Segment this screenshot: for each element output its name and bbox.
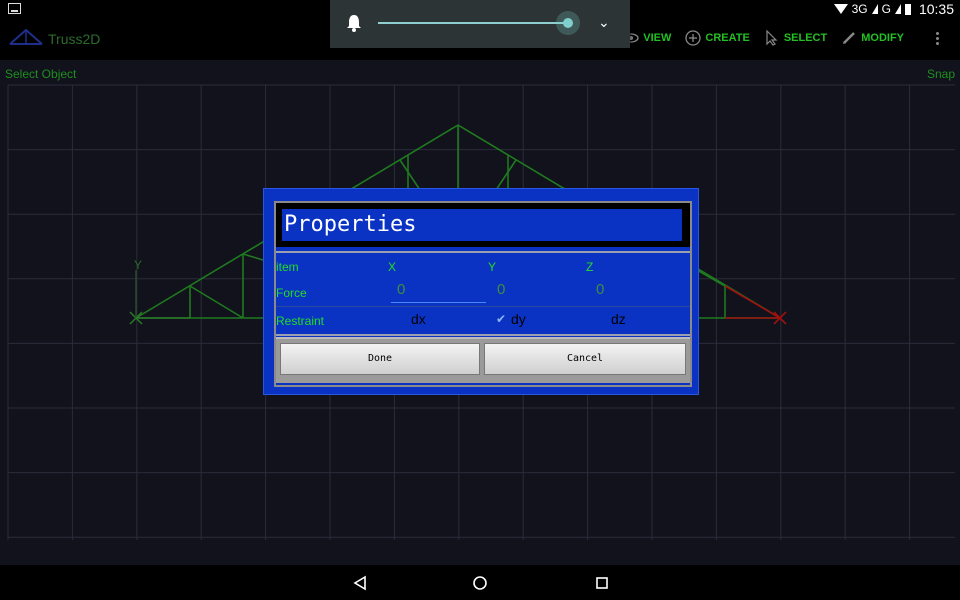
dialog-frame: Properties item X Y Z Force 0 0 0 Restra… (274, 201, 692, 387)
volume-slider-thumb[interactable] (563, 18, 573, 28)
toolbar-menu: VIEW CREATE SELECT MODIFY (623, 30, 904, 46)
navigation-bar (0, 565, 960, 600)
menu-select-label: SELECT (783, 32, 828, 44)
header-item-label: item (276, 260, 299, 274)
divider (276, 334, 690, 336)
menu-view-label: VIEW (643, 32, 672, 44)
app-logo-icon (9, 28, 43, 45)
support-node-right (724, 285, 787, 325)
canvas-status: Select Object (5, 67, 77, 81)
network-label: 3G (851, 2, 868, 16)
restraint-dy-label: dy (511, 311, 526, 327)
menu-view[interactable]: VIEW (623, 30, 671, 46)
force-y-input[interactable]: 0 (491, 281, 586, 303)
force-label: Force (276, 286, 307, 300)
screenshot-icon (8, 3, 21, 14)
header-z-label: Z (586, 260, 594, 274)
force-z-input[interactable]: 0 (590, 281, 685, 303)
restraint-dx-label: dx (411, 311, 426, 327)
restraint-dx-checkbox[interactable]: dx (396, 311, 426, 327)
header-x-label: X (388, 260, 397, 274)
chevron-down-icon[interactable]: ⌄ (598, 14, 610, 31)
done-button[interactable]: Done (280, 343, 480, 375)
network2-label: G (881, 2, 891, 16)
dialog-button-bar: Done Cancel (276, 337, 690, 383)
volume-slider-track[interactable] (378, 22, 568, 24)
restraint-row: Restraint dx ✔ dy dz (276, 309, 690, 333)
dialog-title: Properties (282, 209, 682, 241)
restraint-dz-checkbox[interactable]: dz (596, 311, 626, 327)
status-icons: 3G G 10:35 (833, 1, 954, 17)
cursor-icon (766, 30, 778, 46)
divider (276, 306, 690, 307)
overflow-menu-icon[interactable] (936, 30, 940, 47)
menu-select[interactable]: SELECT (764, 30, 827, 46)
app-title: Truss2D (48, 31, 101, 47)
restraint-dz-label: dz (611, 311, 626, 327)
recents-icon[interactable] (592, 573, 612, 593)
back-icon[interactable] (350, 573, 370, 593)
menu-modify-label: MODIFY (861, 32, 904, 44)
menu-create-label: CREATE (705, 32, 750, 44)
header-row: item X Y Z (276, 255, 690, 279)
bell-icon[interactable] (346, 14, 362, 32)
plus-circle-icon (685, 30, 702, 46)
axis-y-label: Y (134, 258, 142, 272)
pencil-icon (843, 32, 856, 44)
battery-icon (904, 3, 911, 15)
menu-modify[interactable]: MODIFY (841, 30, 904, 46)
menu-create[interactable]: CREATE (685, 30, 750, 46)
force-row: Force 0 0 0 (276, 281, 690, 305)
signal2-icon (894, 4, 901, 14)
cancel-button[interactable]: Cancel (484, 343, 686, 375)
signal-icon (871, 4, 878, 14)
force-x-input[interactable]: 0 (391, 281, 486, 303)
check-mark-icon: ✔ (496, 312, 507, 326)
volume-panel: ⌄ (330, 0, 630, 48)
restraint-dy-checkbox[interactable]: ✔ dy (496, 311, 526, 327)
snap-toggle[interactable]: Snap (927, 67, 955, 81)
clock: 10:35 (918, 1, 954, 17)
restraint-label: Restraint (276, 314, 325, 328)
dialog-title-box: Properties (276, 203, 690, 247)
properties-dialog: Properties item X Y Z Force 0 0 0 Restra… (263, 188, 699, 395)
home-icon[interactable] (470, 573, 490, 593)
divider (276, 251, 690, 253)
header-y-label: Y (488, 260, 497, 274)
wifi-icon (833, 4, 848, 14)
support-node-left (129, 270, 190, 325)
